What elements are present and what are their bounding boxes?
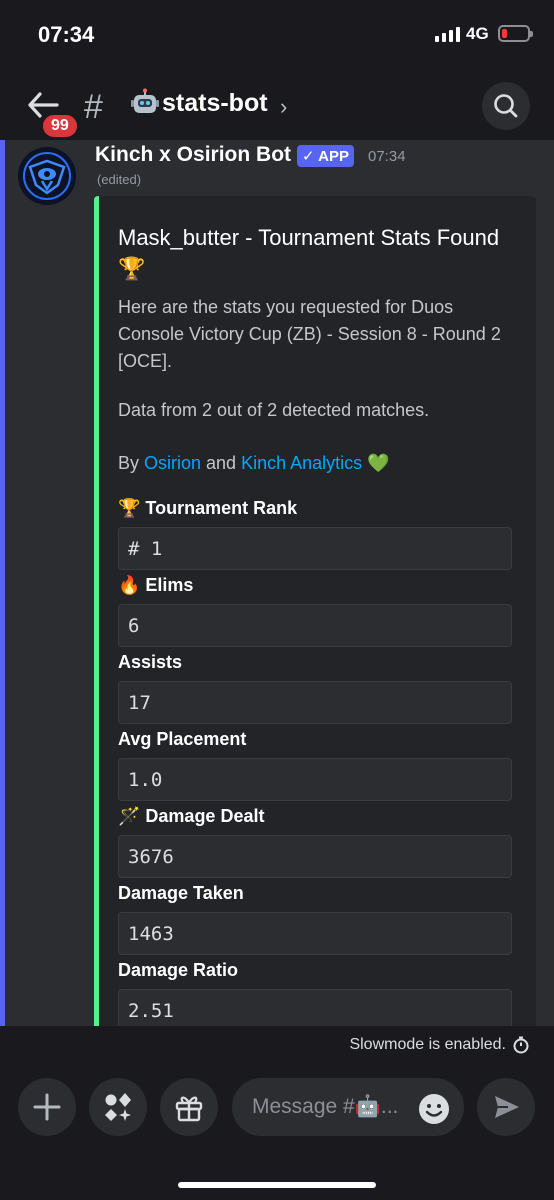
- credit-mid: and: [201, 453, 242, 473]
- signal-icon: [435, 26, 460, 42]
- emoji-picker-icon[interactable]: [418, 1093, 450, 1125]
- apps-button[interactable]: [89, 1078, 147, 1136]
- home-indicator: [178, 1182, 376, 1188]
- add-attachment-button[interactable]: [18, 1078, 76, 1136]
- field-name: Damage Taken: [118, 883, 244, 903]
- stopwatch-icon: [512, 1036, 530, 1054]
- field-name: Assists: [118, 652, 183, 672]
- robot-icon: [130, 88, 160, 118]
- battery-icon: [498, 25, 533, 42]
- field-name: Avg Placement: [118, 729, 247, 749]
- message-timestamp: 07:34: [368, 148, 406, 165]
- field-name: 🔥 Elims: [118, 575, 194, 595]
- unread-badge: 99: [40, 112, 80, 140]
- bot-avatar[interactable]: [18, 147, 76, 205]
- network-type: 4G: [466, 24, 489, 43]
- message-list[interactable]: Kinch x Osirion Bot ✓ APP 07:34 (edited)…: [0, 140, 554, 1026]
- apps-icon: [105, 1093, 131, 1121]
- message-author[interactable]: Kinch x Osirion Bot: [95, 143, 291, 167]
- chevron-right-icon[interactable]: ›: [280, 94, 287, 120]
- send-icon: [495, 1096, 519, 1118]
- field-value: 17: [118, 681, 512, 724]
- field-name: 🪄 Damage Dealt: [118, 806, 265, 826]
- stats-embed: Mask_butter - Tournament Stats Found 🏆 H…: [94, 196, 536, 1026]
- field-value: # 1: [118, 527, 512, 570]
- search-icon: [494, 94, 518, 118]
- kinch-analytics-link[interactable]: Kinch Analytics: [241, 453, 362, 473]
- message-placeholder: Message #🤖...: [252, 1095, 399, 1118]
- status-bar: 07:34 4G: [0, 0, 554, 70]
- embed-description: Here are the stats you requested for Duo…: [118, 297, 501, 371]
- field-value: 1.0: [118, 758, 512, 801]
- slowmode-text: Slowmode is enabled.: [349, 1036, 506, 1053]
- channel-hash-icon: #: [84, 88, 103, 126]
- field-name: 🏆 Tournament Rank: [118, 498, 298, 518]
- field-value: 2.51: [118, 989, 512, 1026]
- gift-button[interactable]: [160, 1078, 218, 1136]
- app-tag: ✓ APP: [297, 145, 355, 167]
- embed-credit: By Osirion and Kinch Analytics 💚: [118, 453, 390, 474]
- gift-icon: [175, 1096, 203, 1122]
- field-value: 3676: [118, 835, 512, 878]
- edited-label: (edited): [97, 172, 142, 187]
- embed-title: Mask_butter - Tournament Stats Found 🏆: [118, 225, 500, 281]
- credit-prefix: By: [118, 453, 145, 473]
- green-heart-emoji: 💚: [362, 453, 390, 473]
- send-button[interactable]: [477, 1078, 535, 1136]
- channel-name[interactable]: stats-bot: [162, 89, 268, 118]
- channel-header: 99 # stats-bot ›: [0, 70, 554, 140]
- plus-icon: [33, 1093, 61, 1121]
- osirion-link[interactable]: Osirion: [144, 453, 201, 473]
- embed-data-line: Data from 2 out of 2 detected matches.: [118, 400, 430, 420]
- field-value: 1463: [118, 912, 512, 955]
- field-value: 6: [118, 604, 512, 647]
- slowmode-bar: Slowmode is enabled.: [0, 1026, 554, 1066]
- status-time: 07:34: [38, 22, 95, 47]
- field-name: Damage Ratio: [118, 960, 239, 980]
- message-input[interactable]: Message #🤖...: [232, 1078, 464, 1136]
- search-button[interactable]: [482, 82, 530, 130]
- unread-indicator: [0, 140, 5, 1026]
- message-composer: Message #🤖...: [0, 1066, 554, 1200]
